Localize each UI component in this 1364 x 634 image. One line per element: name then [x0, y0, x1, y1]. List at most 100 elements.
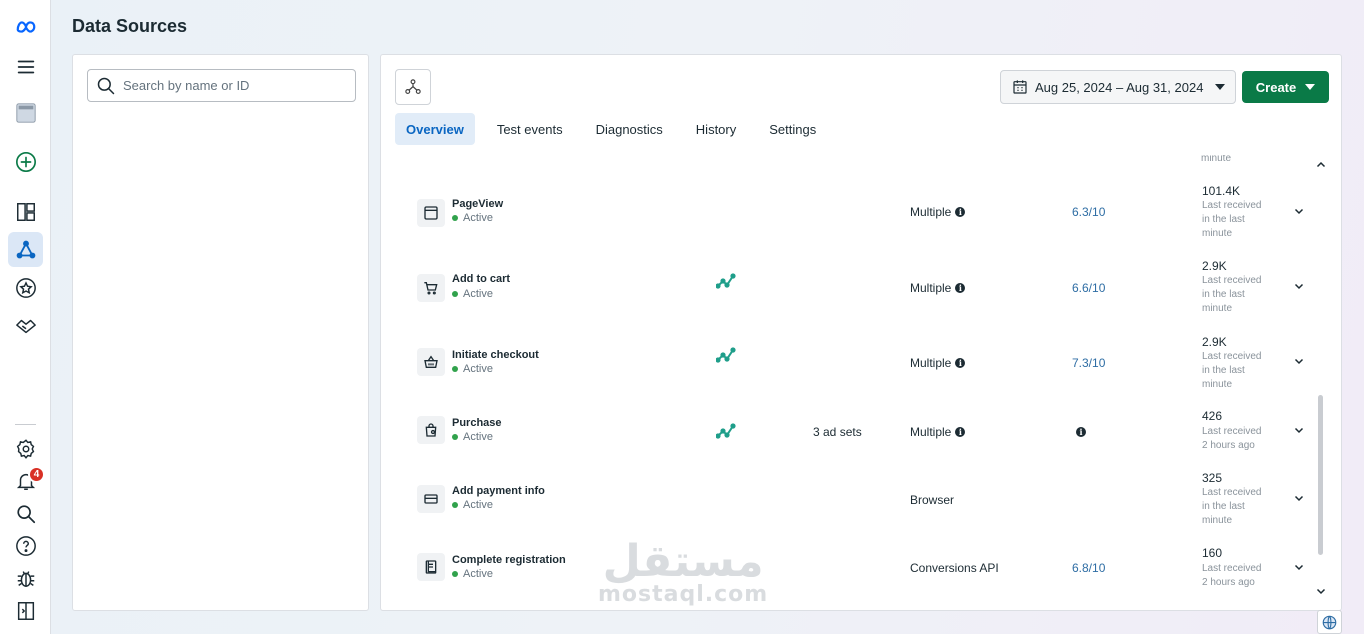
cart-icon: [417, 274, 445, 302]
settings-gear-icon[interactable]: [8, 431, 43, 466]
chevron-down-icon[interactable]: [1293, 355, 1305, 367]
event-status-label: Active: [463, 568, 493, 580]
dashboard-icon[interactable]: [8, 194, 43, 229]
star-badge-icon[interactable]: [8, 270, 43, 305]
chevron-down-icon[interactable]: [1293, 424, 1305, 436]
table-row[interactable]: Initiate checkout Active Multiple i 7.3/1…: [381, 328, 1316, 398]
event-match-quality[interactable]: 6.6/10: [1072, 281, 1105, 295]
help-globe-button[interactable]: [1317, 610, 1342, 634]
event-name[interactable]: Purchase: [452, 417, 502, 429]
browser-window-icon: [417, 199, 445, 227]
event-count: 2.9K: [1202, 259, 1227, 273]
search-icon: [97, 77, 115, 94]
active-status-dot: [452, 291, 458, 297]
search-box[interactable]: [87, 69, 356, 102]
calendar-icon: [1013, 80, 1027, 94]
event-ad-sets[interactable]: 3 ad sets: [813, 425, 862, 439]
info-icon[interactable]: i: [955, 427, 966, 437]
event-status: Active: [452, 499, 493, 511]
info-icon[interactable]: i: [1076, 427, 1086, 437]
tab-diagnostics[interactable]: Diagnostics: [585, 113, 674, 145]
info-icon[interactable]: i: [955, 283, 966, 293]
event-name[interactable]: Complete registration: [452, 554, 566, 566]
active-status-dot: [452, 366, 458, 372]
event-last-received: Last received in the last minute: [1202, 275, 1262, 314]
event-match-quality[interactable]: 6.3/10: [1072, 205, 1105, 219]
ad-account-icon[interactable]: [8, 95, 43, 130]
create-button-label: Create: [1255, 79, 1297, 95]
search-icon[interactable]: [8, 496, 43, 531]
tab-test-events[interactable]: Test events: [486, 113, 574, 145]
search-input[interactable]: [123, 78, 343, 93]
event-status: Active: [452, 288, 493, 300]
event-last-received: Last received in the last minute: [1202, 200, 1262, 239]
event-integration-method: Multiple i: [910, 205, 966, 219]
event-status-label: Active: [463, 288, 493, 300]
table-row[interactable]: Purchase Active 3 ad sets Multiple i i 42…: [381, 407, 1316, 477]
table-row[interactable]: Add payment info Active Browser 325 Last…: [381, 469, 1316, 539]
event-integration-method: Multiple i: [910, 425, 966, 439]
chevron-down-icon[interactable]: [1293, 205, 1305, 217]
event-count: 2.9K: [1202, 335, 1227, 349]
active-status-dot: [452, 215, 458, 221]
create-button[interactable]: Create: [1242, 71, 1329, 103]
active-status-dot: [452, 434, 458, 440]
event-integration-method: Browser: [910, 493, 954, 507]
help-icon[interactable]: [8, 528, 43, 563]
table-row[interactable]: Complete registration Active Conversions…: [381, 546, 1316, 610]
table-row[interactable]: Add to cart Active Multiple i 6.6/10 2.9K…: [381, 252, 1316, 322]
registration-form-icon: [417, 553, 445, 581]
notification-count-badge: 4: [28, 466, 45, 483]
event-integration-method-label: Multiple: [910, 356, 952, 370]
event-status-label: Active: [463, 431, 493, 443]
chevron-down-icon: [1215, 84, 1226, 90]
event-match-quality[interactable]: 6.8/10: [1072, 561, 1105, 575]
event-status-label: Active: [463, 212, 493, 224]
basket-icon: [417, 348, 445, 376]
menu-icon[interactable]: [8, 49, 43, 84]
create-plus-icon[interactable]: [8, 144, 43, 179]
pixel-network-icon: [405, 79, 421, 94]
pixel-source-button[interactable]: [395, 69, 431, 105]
table-row[interactable]: PageView Active Multiple i 6.3/10 101.4K …: [381, 177, 1316, 247]
tab-settings[interactable]: Settings: [758, 113, 827, 145]
event-name[interactable]: PageView: [452, 198, 503, 210]
event-last-received: Last received in the last minute: [1202, 351, 1262, 390]
info-icon[interactable]: i: [955, 358, 966, 368]
data-sources-list-panel: [72, 54, 369, 611]
active-status-dot: [452, 502, 458, 508]
event-status-label: Active: [463, 499, 493, 511]
event-name[interactable]: Add to cart: [452, 273, 510, 285]
chevron-down-icon[interactable]: [1293, 561, 1305, 573]
chevron-down-icon[interactable]: [1293, 280, 1305, 292]
event-status: Active: [452, 363, 493, 375]
info-icon[interactable]: i: [955, 207, 966, 217]
event-status: Active: [452, 212, 493, 224]
event-name[interactable]: Initiate checkout: [452, 349, 539, 361]
tab-history[interactable]: History: [685, 113, 747, 145]
chevron-down-icon[interactable]: [1293, 492, 1305, 504]
scroll-down-icon[interactable]: [1315, 585, 1327, 597]
event-integration-method-label: Multiple: [910, 425, 952, 439]
left-rail: 4: [0, 0, 51, 634]
tab-overview[interactable]: Overview: [395, 113, 475, 145]
event-integration-method-label: Browser: [910, 493, 955, 507]
event-match-quality[interactable]: 7.3/10: [1072, 356, 1105, 370]
toggle-sidebar-icon[interactable]: [8, 593, 43, 628]
event-status-label: Active: [463, 363, 493, 375]
meta-logo-icon[interactable]: [8, 9, 43, 44]
events-manager-icon[interactable]: [8, 232, 43, 267]
event-count: 426: [1202, 409, 1223, 423]
detail-tabs: Overview Test events Diagnostics History…: [395, 113, 838, 145]
event-integration-method: Multiple i: [910, 356, 966, 370]
handshake-icon[interactable]: [8, 308, 43, 343]
date-range-picker[interactable]: Aug 25, 2024 – Aug 31, 2024: [1000, 70, 1236, 104]
event-name[interactable]: Add payment info: [452, 485, 545, 497]
event-integration-method-label: Multiple: [910, 281, 952, 295]
event-last-received: Last received 2 hours ago: [1202, 426, 1262, 451]
bug-report-icon[interactable]: [8, 560, 43, 595]
scroll-up-icon[interactable]: [1315, 159, 1327, 171]
event-integration-method-label: Conversions API: [910, 561, 999, 575]
event-integration-method-label: Multiple: [910, 205, 952, 219]
scrollbar-thumb[interactable]: [1318, 395, 1323, 555]
